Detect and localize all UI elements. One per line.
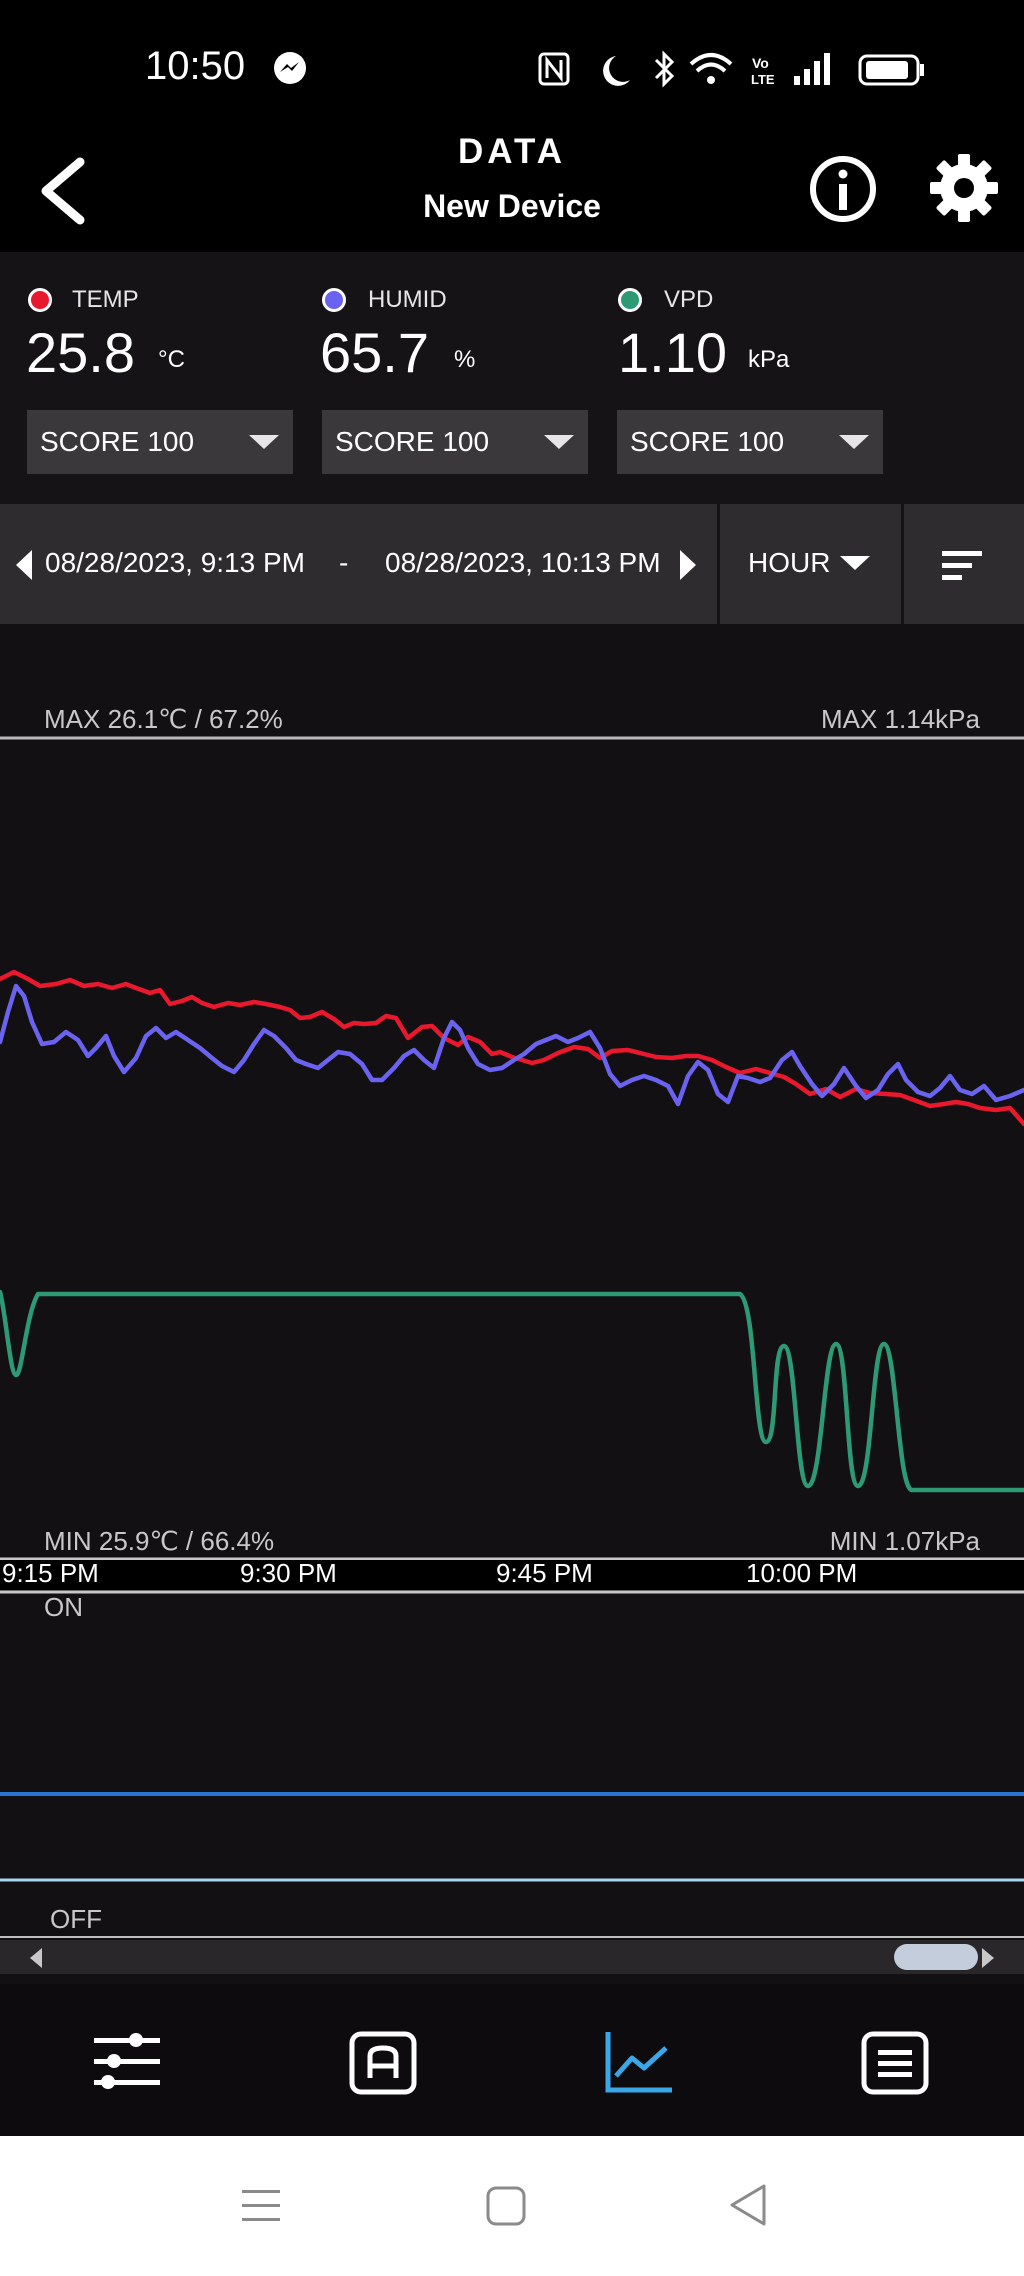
chevron-down-icon	[840, 556, 870, 570]
scroll-left-arrow-icon[interactable]	[28, 1946, 44, 1970]
chart-svg	[0, 736, 1024, 1938]
home-icon[interactable]	[484, 2184, 528, 2228]
temp-unit: °C	[158, 346, 185, 373]
start-date[interactable]: 08/28/2023, 9:13 PM	[45, 547, 305, 579]
svg-text:Vo: Vo	[752, 55, 769, 71]
x-tick-label: 9:30 PM	[240, 1558, 337, 1588]
svg-text:LTE: LTE	[751, 72, 775, 87]
list-icon[interactable]	[860, 2030, 930, 2096]
system-nav-bar	[0, 2136, 1024, 2276]
next-range-arrow-icon[interactable]	[678, 548, 698, 582]
humid-label: HUMID	[368, 286, 447, 313]
interval-dropdown[interactable]: HOUR	[720, 504, 902, 624]
temp-legend-dot	[28, 288, 52, 312]
interval-label: HOUR	[748, 547, 831, 578]
previous-range-arrow-icon[interactable]	[14, 548, 34, 582]
info-icon[interactable]	[808, 154, 878, 224]
date-separator: -	[339, 547, 349, 578]
vpd-score-dropdown[interactable]: SCORE 100	[617, 410, 883, 474]
bottom-nav	[0, 1984, 1024, 2136]
temp-value: 25.8	[26, 321, 135, 384]
x-tick-label: 9:45 PM	[496, 1558, 593, 1588]
chevron-down-icon	[544, 435, 574, 449]
date-range-bar: 08/28/2023, 9:13 PM - 08/28/2023, 10:13 …	[0, 504, 1024, 624]
readings-panel: TEMP 25.8 °C SCORE 100 HUMID 65.7 % SCOR…	[0, 252, 1024, 504]
humid-score-label: SCORE 100	[335, 426, 490, 457]
x-tick-label: 10:00 PM	[746, 1558, 858, 1588]
back-nav-icon[interactable]	[726, 2182, 770, 2228]
series-line-vpd	[0, 1289, 1024, 1493]
messenger-icon	[274, 52, 306, 84]
recent-apps-icon[interactable]	[238, 2184, 284, 2228]
series-line-humid	[0, 983, 1024, 1107]
chart-area: MAX 26.1℃ / 67.2% MAX 1.14kPa MIN 25.9℃ …	[0, 624, 1024, 1984]
humid-legend-dot	[322, 288, 346, 312]
chart-icon[interactable]	[604, 2030, 674, 2096]
end-date[interactable]: 08/28/2023, 10:13 PM	[385, 547, 661, 579]
humid-unit: %	[454, 346, 476, 373]
vpd-unit: kPa	[748, 346, 790, 373]
divider	[901, 504, 904, 624]
chart-scrollbar[interactable]	[0, 1940, 1024, 1974]
status-time: 10:50	[145, 44, 246, 88]
humid-score-dropdown[interactable]: SCORE 100	[322, 410, 588, 474]
temp-score-dropdown[interactable]: SCORE 100	[27, 410, 293, 474]
sort-icon[interactable]	[940, 548, 986, 582]
vpd-value: 1.10	[618, 321, 727, 384]
humid-value: 65.7	[320, 321, 429, 384]
status-icons: Vo LTE	[538, 50, 924, 88]
auto-mode-icon[interactable]	[348, 2030, 418, 2096]
chevron-down-icon	[839, 435, 869, 449]
scrollbar-thumb[interactable]	[894, 1944, 978, 1970]
temp-score-label: SCORE 100	[40, 426, 195, 457]
x-tick-label: 9:15 PM	[2, 1558, 99, 1588]
temp-label: TEMP	[72, 286, 139, 313]
vpd-score-label: SCORE 100	[630, 426, 785, 457]
scroll-right-arrow-icon[interactable]	[980, 1946, 996, 1970]
sliders-icon[interactable]	[92, 2030, 162, 2094]
settings-gear-icon[interactable]	[928, 152, 1000, 224]
vpd-label: VPD	[664, 286, 714, 313]
status-bar: 10:50 Vo LTE	[0, 0, 1024, 130]
x-axis: 9:15 PM 9:30 PM 9:45 PM 10:00 PM	[0, 1558, 1024, 1590]
vpd-legend-dot	[618, 288, 642, 312]
chevron-down-icon	[249, 435, 279, 449]
app-header: DATA New Device	[0, 120, 1024, 252]
series-line-temp	[0, 969, 1024, 1127]
